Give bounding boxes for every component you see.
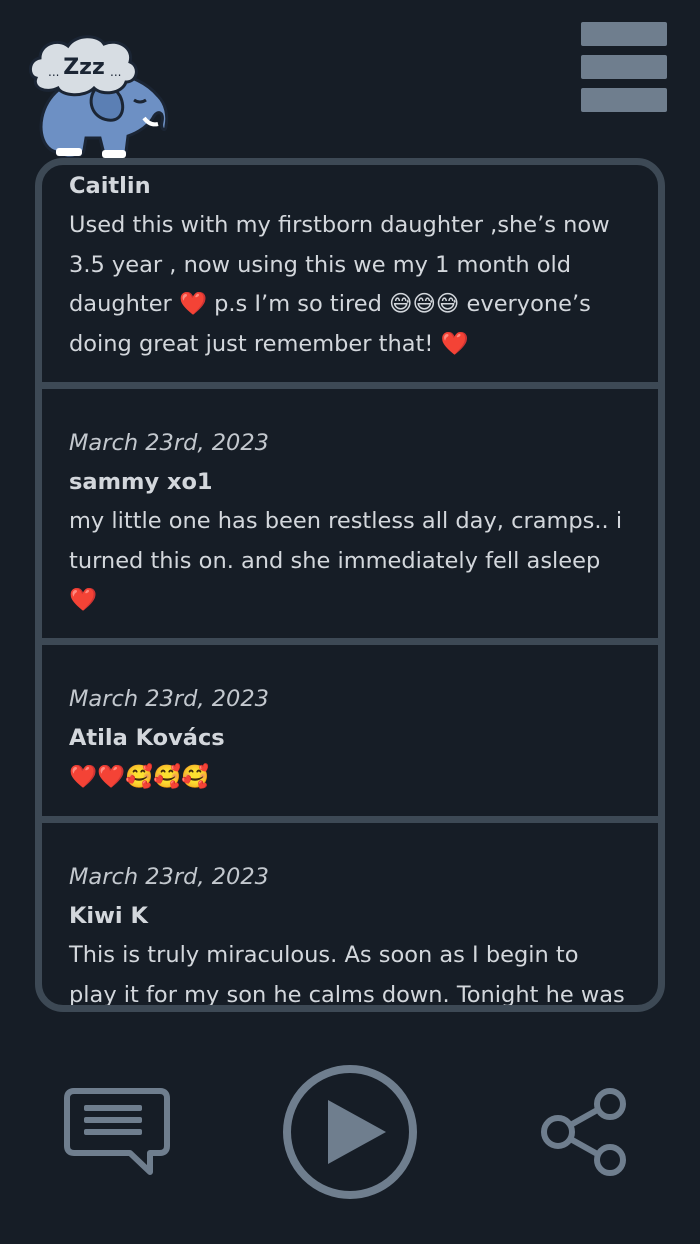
reviews-list[interactable]: Caitlin Used this with my firstborn daug…: [35, 158, 665, 1012]
review-text: Used this with my firstborn daughter ,sh…: [69, 212, 610, 357]
review-text: my little one has been restless all day,…: [69, 508, 623, 613]
svg-text:...: ...: [110, 65, 121, 79]
review-text: ❤️❤️🥰🥰🥰: [69, 764, 210, 790]
svg-text:...: ...: [48, 65, 59, 79]
review-item: Caitlin Used this with my firstborn daug…: [42, 167, 658, 364]
comment-icon: [64, 1088, 170, 1175]
review-author: Caitlin: [69, 173, 151, 199]
app-logo: Zzz ... ...: [26, 30, 171, 162]
bottom-controls: [0, 1050, 700, 1220]
review-divider: [42, 638, 658, 645]
play-button[interactable]: [281, 1063, 419, 1201]
review-author: Kiwi K: [69, 903, 148, 929]
sleeping-elephant-icon: Zzz ... ...: [29, 35, 169, 160]
hamburger-menu-icon: [581, 88, 667, 112]
review-item: March 23rd, 2023 sammy xo1 my little one…: [42, 424, 658, 621]
review-author: sammy xo1: [69, 469, 213, 495]
review-divider: [42, 816, 658, 823]
comment-button[interactable]: [64, 1088, 170, 1178]
review-date: March 23rd, 2023: [69, 430, 269, 456]
review-date: March 23rd, 2023: [69, 686, 269, 712]
logo-zzz-text: Zzz: [63, 55, 105, 80]
review-divider: [42, 382, 658, 389]
play-icon: [283, 1065, 417, 1199]
hamburger-menu-icon: [581, 22, 667, 46]
hamburger-menu-icon: [581, 55, 667, 79]
review-item: March 23rd, 2023 Kiwi K This is truly mi…: [42, 858, 658, 1008]
share-icon: [541, 1088, 626, 1176]
review-text: This is truly miraculous. As soon as I b…: [69, 942, 625, 1008]
review-date: March 23rd, 2023: [69, 864, 269, 890]
menu-button[interactable]: [581, 22, 667, 112]
review-item: March 23rd, 2023 Atila Kovács ❤️❤️🥰🥰🥰: [42, 680, 658, 798]
review-author: Atila Kovács: [69, 725, 225, 751]
share-button[interactable]: [538, 1088, 630, 1178]
